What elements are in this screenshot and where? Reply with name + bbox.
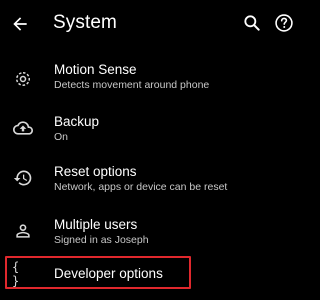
settings-item-label: Multiple users bbox=[54, 217, 138, 232]
settings-item-reset-options[interactable]: Reset options Network, apps or device ca… bbox=[0, 160, 300, 210]
person-icon bbox=[12, 220, 34, 242]
help-icon[interactable] bbox=[272, 11, 296, 35]
arrow-back-icon[interactable] bbox=[8, 12, 32, 36]
search-icon[interactable] bbox=[240, 11, 264, 35]
app-bar: System bbox=[0, 0, 300, 46]
settings-item-summary: Network, apps or device can be reset bbox=[54, 181, 228, 193]
cloud-upload-icon bbox=[12, 117, 34, 139]
highlight-box bbox=[5, 256, 191, 289]
settings-item-label: Motion Sense bbox=[54, 62, 137, 77]
page-title: System bbox=[53, 12, 117, 33]
settings-item-summary: On bbox=[54, 131, 69, 143]
settings-item-label: Backup bbox=[54, 114, 100, 129]
settings-item-label: Reset options bbox=[54, 164, 137, 179]
system-settings-screen: System Motion Sense Detects movement aro… bbox=[0, 0, 300, 300]
motion-sense-icon bbox=[12, 68, 34, 90]
settings-item-summary: Detects movement around phone bbox=[54, 79, 210, 91]
history-icon bbox=[12, 167, 34, 189]
settings-item-motion-sense[interactable]: Motion Sense Detects movement around pho… bbox=[0, 58, 300, 108]
settings-item-summary: Signed in as Joseph bbox=[54, 234, 149, 246]
settings-item-backup[interactable]: Backup On bbox=[0, 110, 300, 160]
